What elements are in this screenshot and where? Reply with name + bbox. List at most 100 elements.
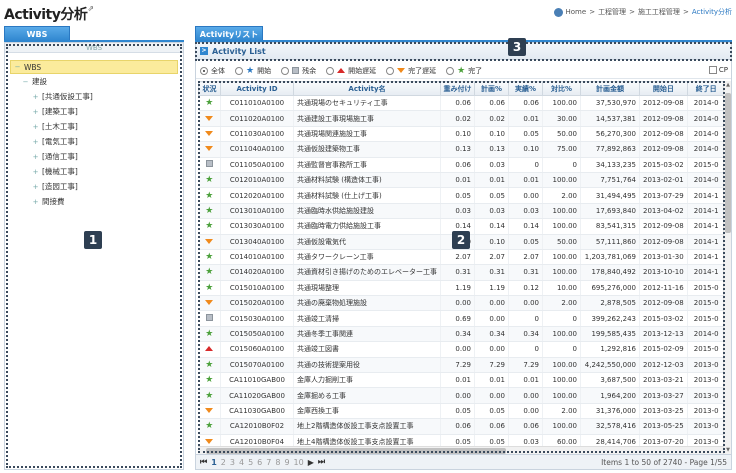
page-8[interactable]: 8 [275,458,280,467]
column-header[interactable]: 計画% [474,81,509,96]
expand-icon[interactable]: + [32,168,39,176]
table-row[interactable]: C011020A0100 共通建設工事現場施工事 0.02 0.02 0.01 30.00… [198,110,726,127]
first-page-icon[interactable]: ⏮ [200,457,207,467]
column-header[interactable]: Activity名 [293,81,441,96]
tab-activity-list[interactable]: Activityリスト [195,26,263,41]
table-row[interactable]: ★ C014010A0100 共通タワークレーン工事 2.07 2.07 2.07 100.… [198,249,726,266]
status-cell: ★ [198,218,221,235]
filter-remaining[interactable]: 残余 [281,66,316,76]
table-row[interactable]: ★ C015050A0100 共通冬季工事関連 0.34 0.34 0.34 100.00 1… [198,326,726,343]
cp-filter[interactable]: CP [708,66,728,74]
radio-icon[interactable] [386,66,395,75]
activity-name-cell: 地上2階構造体仮設工事支点設置工事 [293,418,441,435]
expand-icon[interactable]: + [32,93,39,101]
filter-start-delay[interactable]: 開始遅延 [326,66,376,76]
table-row[interactable]: C015020A0100 共通の廃棄物処理施設 0.00 0.00 0.00 2.00 2,… [198,295,726,312]
breadcrumb-home[interactable]: Home [566,8,587,16]
page-4[interactable]: 4 [239,458,244,467]
filter-all[interactable]: 全体 [200,66,225,76]
radio-icon[interactable] [446,66,455,75]
column-header[interactable]: 状況 [198,81,221,96]
radio-icon[interactable] [281,66,290,75]
value-cell: 100.00 [542,203,581,220]
activity-id-cell: CA12010B0F02 [220,418,294,435]
radio-icon[interactable] [326,66,335,75]
table-row[interactable]: ★ CA12010B0F02 地上2階構造体仮設工事支点設置工事 0.06 0.06 0.… [198,418,726,435]
radio-icon[interactable] [235,66,243,75]
tree-item-construction[interactable]: − 建設 [10,74,178,89]
last-page-icon[interactable]: ⏭ [318,457,325,467]
column-header[interactable]: Activity ID [220,81,294,96]
table-row[interactable]: C015030A0100 共通竣工清掃 0.69 0.00 0 0 399,262,243 2… [198,310,726,327]
value-cell: 2013-0 [687,357,726,374]
column-header[interactable]: 対比% [542,81,581,96]
table-row[interactable]: C015060A0100 共通竣工図書 0.00 0.00 0 0 1,292,816 201… [198,341,726,358]
column-header[interactable]: 重み付け [440,81,475,96]
tree-item[interactable]: + [機械工事] [10,164,178,179]
page-1[interactable]: 1 [211,458,217,467]
table-row[interactable]: ★ C013010A0100 共通臨時水供給施設建設 0.03 0.03 0.03 100.… [198,203,726,220]
column-header[interactable]: 開始日 [639,81,688,96]
tree-item[interactable]: + [建築工事] [10,104,178,119]
next-page-icon[interactable]: ▶ [308,458,314,467]
filter-finish-delay[interactable]: 完了遅延 [386,66,436,76]
scroll-down-icon[interactable]: ▼ [724,446,732,454]
table-row[interactable]: ★ C011010A0100 共通現場のセキュリティ工事 0.06 0.06 0.06 10… [198,95,726,112]
table-row[interactable]: C011030A0100 共通現場関連施設工事 0.10 0.10 0.05 50.00 5… [198,126,726,143]
table-row[interactable]: ★ C015070A0100 共通の技術提案用役 7.29 7.29 7.29 100.00… [198,357,726,374]
scroll-thumb[interactable] [725,93,731,233]
horizontal-scrollbar[interactable] [198,446,723,454]
table-row[interactable]: ★ C012010A0100 共通材料試験 (構造体工事) 0.01 0.01 0.01 1… [198,172,726,189]
table-row[interactable]: ★ C014020A0100 共通資材引き揚げのためのエレベーター工事 0.31 0.3… [198,264,726,281]
tree-item[interactable]: + [造园工事] [10,179,178,194]
table-row[interactable]: CA11030GAB00 金庫西換工事 0.05 0.05 0.00 2.00 31,376… [198,403,726,420]
column-header[interactable]: 実績% [508,81,543,96]
page-7[interactable]: 7 [266,458,271,467]
expand-icon[interactable]: + [32,198,39,206]
expand-icon[interactable]: + [32,183,39,191]
column-header[interactable]: 終了日 [686,81,726,96]
value-cell: 0.05 [440,403,475,420]
activity-name-cell: 共通冬季工事関連 [293,326,441,343]
expand-icon[interactable]: + [32,108,39,116]
page-10[interactable]: 10 [294,458,304,467]
tree-root-wbs[interactable]: − WBS [10,60,178,74]
tree-item[interactable]: + [電気工事] [10,134,178,149]
value-cell: 2013-0 [687,418,726,435]
tree-item[interactable]: + [共通仮設工事] [10,89,178,104]
cp-checkbox[interactable] [708,66,717,74]
breadcrumb-process-mgmt[interactable]: 工程管理 [598,7,626,17]
value-cell: 37,530,970 [580,95,640,112]
filter-start[interactable]: ★ 開始 [235,66,271,76]
tree-item[interactable]: + 間接費 [10,194,178,209]
page-3[interactable]: 3 [230,458,235,467]
tree-item[interactable]: + [通信工事] [10,149,178,164]
collapse-icon[interactable]: − [14,63,21,71]
external-link-icon[interactable]: ⇗ [87,4,94,13]
column-header[interactable]: 計画金額 [580,81,640,96]
value-cell: 0.69 [440,310,475,327]
table-row[interactable]: ★ C015010A0100 共通現場整理 1.19 1.19 0.12 10.00 695,… [198,280,726,297]
page-6[interactable]: 6 [257,458,262,467]
page-5[interactable]: 5 [248,458,253,467]
expand-icon[interactable]: + [32,138,39,146]
radio-icon[interactable] [200,66,208,75]
table-row[interactable]: ★ C012020A0100 共通材料試験 (仕上げ工事) 0.05 0.05 0.00 2… [198,187,726,204]
vertical-scrollbar[interactable]: ▲ ▼ [723,81,731,454]
tab-wbs[interactable]: WBS [4,26,70,41]
page-9[interactable]: 9 [284,458,289,467]
filter-complete[interactable]: ★ 完了 [446,66,482,76]
expand-icon[interactable]: + [32,123,39,131]
scroll-up-icon[interactable]: ▲ [724,81,732,89]
table-row[interactable]: C011050A0100 共通監督官事務所工事 0.06 0.03 0 0 34,133,2… [198,157,726,173]
expand-icon[interactable]: + [32,153,39,161]
home-icon[interactable] [553,7,563,17]
table-row[interactable]: ★ CA11020GAB00 金庫掘める工事 0.00 0.00 0.00 100.00 1,… [198,387,726,404]
collapse-icon[interactable]: − [22,78,29,86]
page-2[interactable]: 2 [221,458,226,467]
table-row[interactable]: ★ CA11010GAB00 金庫人力掘削工事 0.01 0.01 0.01 100.00 3… [198,372,726,389]
triangle-down-icon [397,68,406,73]
table-row[interactable]: C011040A0100 共通仮設建築物工事 0.13 0.13 0.10 75.00 77… [198,141,726,158]
tree-item[interactable]: + [土木工事] [10,119,178,134]
breadcrumb-construction-mgmt[interactable]: 施工工程管理 [638,7,680,17]
